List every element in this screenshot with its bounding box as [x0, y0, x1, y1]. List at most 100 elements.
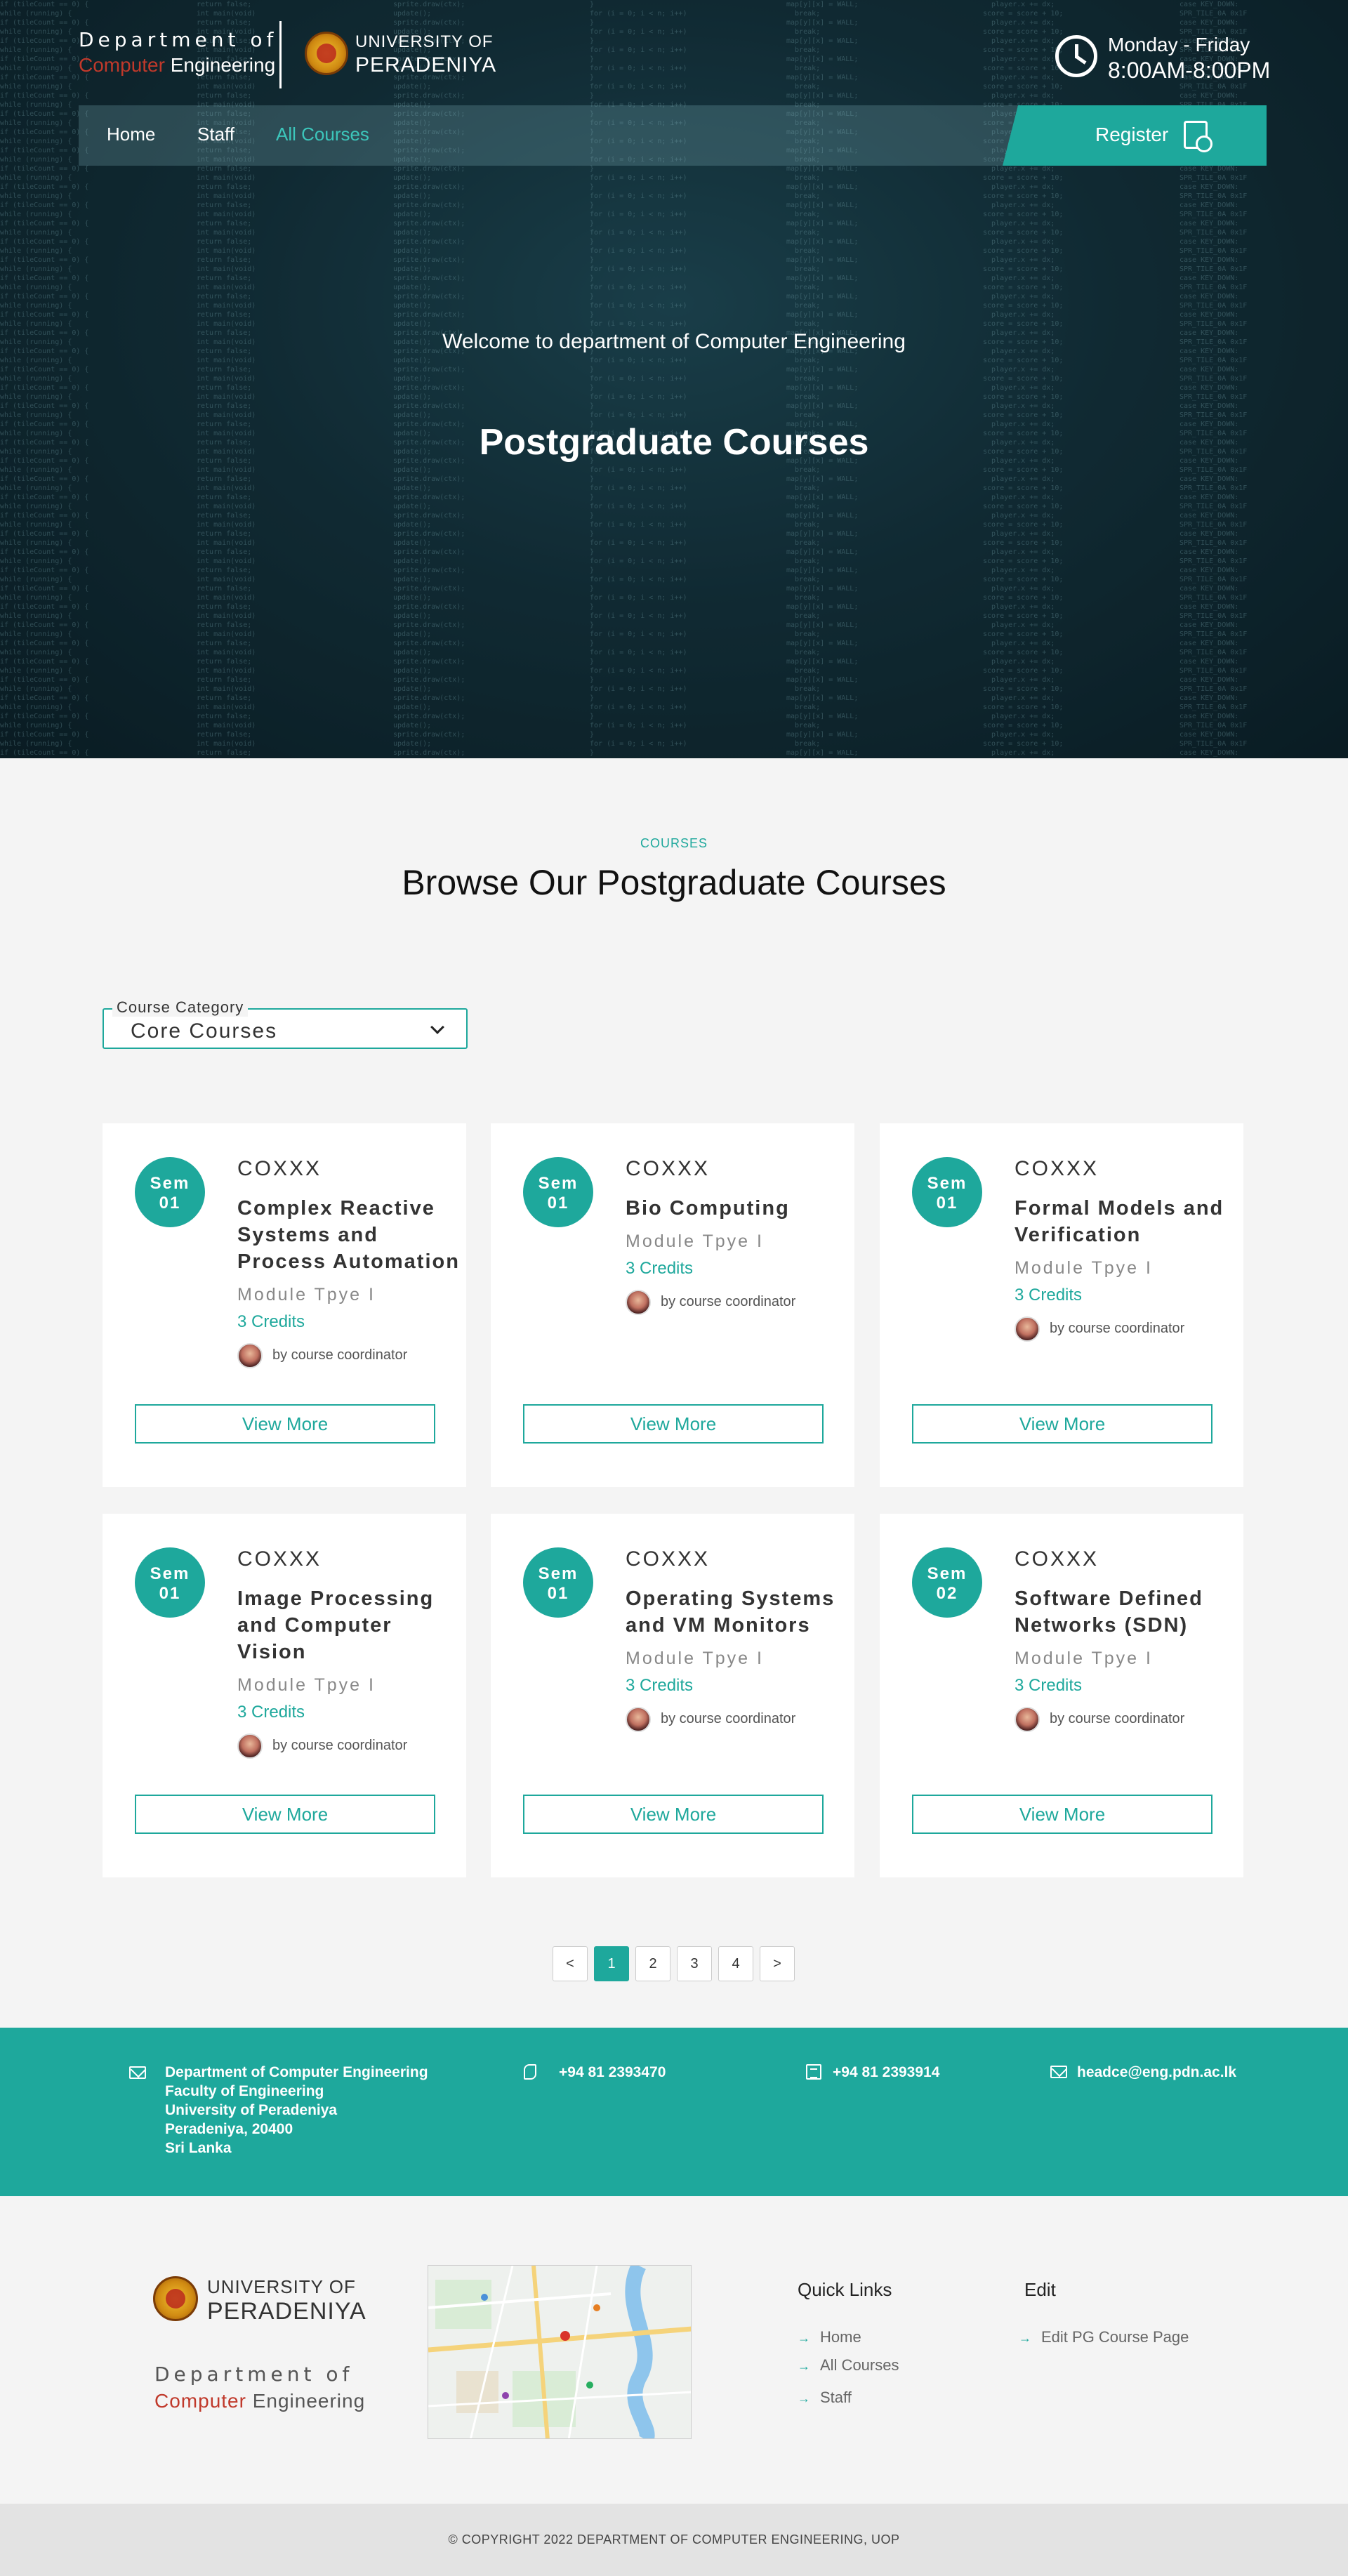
module-type: Module Tpye I — [626, 1231, 764, 1251]
avatar — [1015, 1316, 1040, 1342]
module-type: Module Tpye I — [1015, 1649, 1153, 1668]
course-coordinator: by course coordinator — [237, 1732, 461, 1760]
pagination-page-3[interactable]: 3 — [677, 1946, 712, 1981]
university-logo[interactable]: UNIVERSITY OF PERADENIYA — [355, 32, 496, 77]
course-credits: 3 Credits — [626, 1259, 694, 1278]
location-map[interactable] — [428, 2265, 692, 2439]
avatar — [237, 1733, 263, 1759]
module-type: Module Tpye I — [1015, 1258, 1153, 1278]
course-card: Sem 01 COXXX Complex Reactive Systems and P… — [103, 1123, 466, 1487]
avatar — [237, 1343, 263, 1368]
course-credits: 3 Credits — [626, 1676, 694, 1695]
hero-welcome: Welcome to department of Computer Engine… — [442, 330, 906, 353]
module-type: Module Tpye I — [237, 1285, 376, 1304]
course-code: COXXX — [1015, 1157, 1099, 1180]
arrow-right-icon: → — [798, 2331, 810, 2345]
semester-badge: Sem 01 — [135, 1547, 205, 1618]
course-credits: 3 Credits — [237, 1703, 305, 1722]
course-name[interactable]: Software Defined Networks (SDN) — [1015, 1585, 1238, 1639]
opening-hours: Monday - Friday 8:00AM-8:00PM — [1108, 34, 1271, 83]
course-coordinator: by course coordinator — [626, 1288, 849, 1316]
avatar — [626, 1290, 651, 1315]
contact-phone[interactable]: +94 81 2393470 — [559, 2063, 666, 2082]
section-eyebrow: COURSES — [640, 836, 708, 850]
semester-badge: Sem 01 — [523, 1157, 593, 1227]
university-seal-icon — [153, 2276, 198, 2321]
course-card: Sem 01 COXXX Bio Computing Module Tpye I 3 Cr… — [491, 1123, 854, 1487]
footer-department-logo[interactable]: Department of Computer Engineering — [154, 2363, 365, 2412]
course-name[interactable]: Formal Models and Verification — [1015, 1195, 1238, 1248]
avatar — [626, 1707, 651, 1732]
course-name[interactable]: Image Processing and Computer Vision — [237, 1585, 461, 1665]
contact-email[interactable]: headce@eng.pdn.ac.lk — [1077, 2063, 1236, 2082]
register-form-icon — [1184, 121, 1212, 152]
pagination-prev[interactable]: < — [553, 1946, 588, 1981]
footer-link-home[interactable]: → Home — [798, 2328, 861, 2346]
pagination-page-4[interactable]: 4 — [718, 1946, 753, 1981]
avatar — [1015, 1707, 1040, 1732]
view-more-button[interactable]: View More — [912, 1404, 1212, 1444]
course-card: Sem 01 COXXX Operating Systems and VM Monit… — [491, 1514, 854, 1877]
course-category-label: Course Category — [112, 998, 249, 1017]
course-code: COXXX — [1015, 1547, 1099, 1571]
pagination-page-2[interactable]: 2 — [635, 1946, 670, 1981]
course-coordinator: by course coordinator — [1015, 1315, 1238, 1343]
module-type: Module Tpye I — [626, 1649, 764, 1668]
hero-banner: if (tileCount == 0) { while (running) { … — [0, 0, 1348, 758]
envelope-icon — [1050, 2066, 1067, 2078]
contact-address: Department of Computer Engineering Facul… — [165, 2064, 428, 2156]
course-code: COXXX — [626, 1547, 711, 1571]
envelope-icon — [129, 2066, 146, 2079]
edit-title: Edit — [1024, 2279, 1056, 2300]
view-more-button[interactable]: View More — [523, 1404, 824, 1444]
footer-link-all-courses[interactable]: → All Courses — [798, 2356, 899, 2374]
arrow-right-icon: → — [798, 2391, 810, 2405]
nav-home[interactable]: Home — [107, 124, 155, 145]
contact-strip: Department of Computer Engineering Facul… — [0, 2028, 1348, 2196]
clock-icon — [1055, 35, 1097, 77]
course-card: Sem 02 COXXX Software Defined Networks (SDN… — [880, 1514, 1243, 1877]
view-more-button[interactable]: View More — [912, 1795, 1212, 1834]
department-logo[interactable]: Department of Computer Engineering — [79, 28, 277, 77]
course-credits: 3 Credits — [1015, 1286, 1083, 1304]
footer-link-edit-pg-course[interactable]: → Edit PG Course Page — [1019, 2328, 1189, 2346]
nav-staff[interactable]: Staff — [197, 124, 234, 145]
course-name[interactable]: Bio Computing — [626, 1195, 849, 1222]
semester-badge: Sem 01 — [912, 1157, 982, 1227]
course-code: COXXX — [237, 1157, 322, 1180]
course-name[interactable]: Complex Reactive Systems and Process Aut… — [237, 1195, 461, 1275]
course-coordinator: by course coordinator — [237, 1342, 461, 1370]
semester-badge: Sem 02 — [912, 1547, 982, 1618]
arrow-right-icon: → — [1019, 2331, 1031, 2345]
course-name[interactable]: Operating Systems and VM Monitors — [626, 1585, 849, 1639]
university-seal-icon — [305, 32, 348, 75]
pagination-page-1[interactable]: 1 — [594, 1946, 629, 1981]
course-card: Sem 01 COXXX Formal Models and Verification… — [880, 1123, 1243, 1487]
register-button[interactable]: Register — [1003, 105, 1267, 166]
quick-links-title: Quick Links — [798, 2279, 892, 2300]
copyright: © COPYRIGHT 2022 DEPARTMENT OF COMPUTER … — [0, 2504, 1348, 2576]
contact-fax: +94 81 2393914 — [833, 2064, 940, 2080]
footer-university-logo[interactable]: UNIVERSITY OF PERADENIYA — [207, 2276, 366, 2325]
section-title: Browse Our Postgraduate Courses — [402, 863, 946, 902]
module-type: Module Tpye I — [237, 1675, 376, 1695]
map-image — [428, 2266, 691, 2438]
footer-link-staff[interactable]: → Staff — [798, 2389, 852, 2407]
pagination-next[interactable]: > — [760, 1946, 795, 1981]
logo-divider — [279, 21, 282, 88]
course-category-select[interactable]: Course Category Core Courses — [103, 998, 468, 1049]
phone-icon — [524, 2064, 536, 2080]
nav-all-courses[interactable]: All Courses — [276, 124, 369, 145]
semester-badge: Sem 01 — [135, 1157, 205, 1227]
main-nav: Home Staff All Courses — [79, 105, 1018, 166]
view-more-button[interactable]: View More — [135, 1404, 435, 1444]
course-coordinator: by course coordinator — [626, 1705, 849, 1733]
view-more-button[interactable]: View More — [523, 1795, 824, 1834]
course-card: Sem 01 COXXX Image Processing and Computer … — [103, 1514, 466, 1877]
arrow-right-icon: → — [798, 2359, 810, 2373]
chevron-down-icon — [430, 1020, 444, 1034]
view-more-button[interactable]: View More — [135, 1795, 435, 1834]
fax-icon — [806, 2064, 821, 2080]
footer: UNIVERSITY OF PERADENIYA Department of C… — [0, 2196, 1348, 2504]
course-code: COXXX — [626, 1157, 711, 1180]
